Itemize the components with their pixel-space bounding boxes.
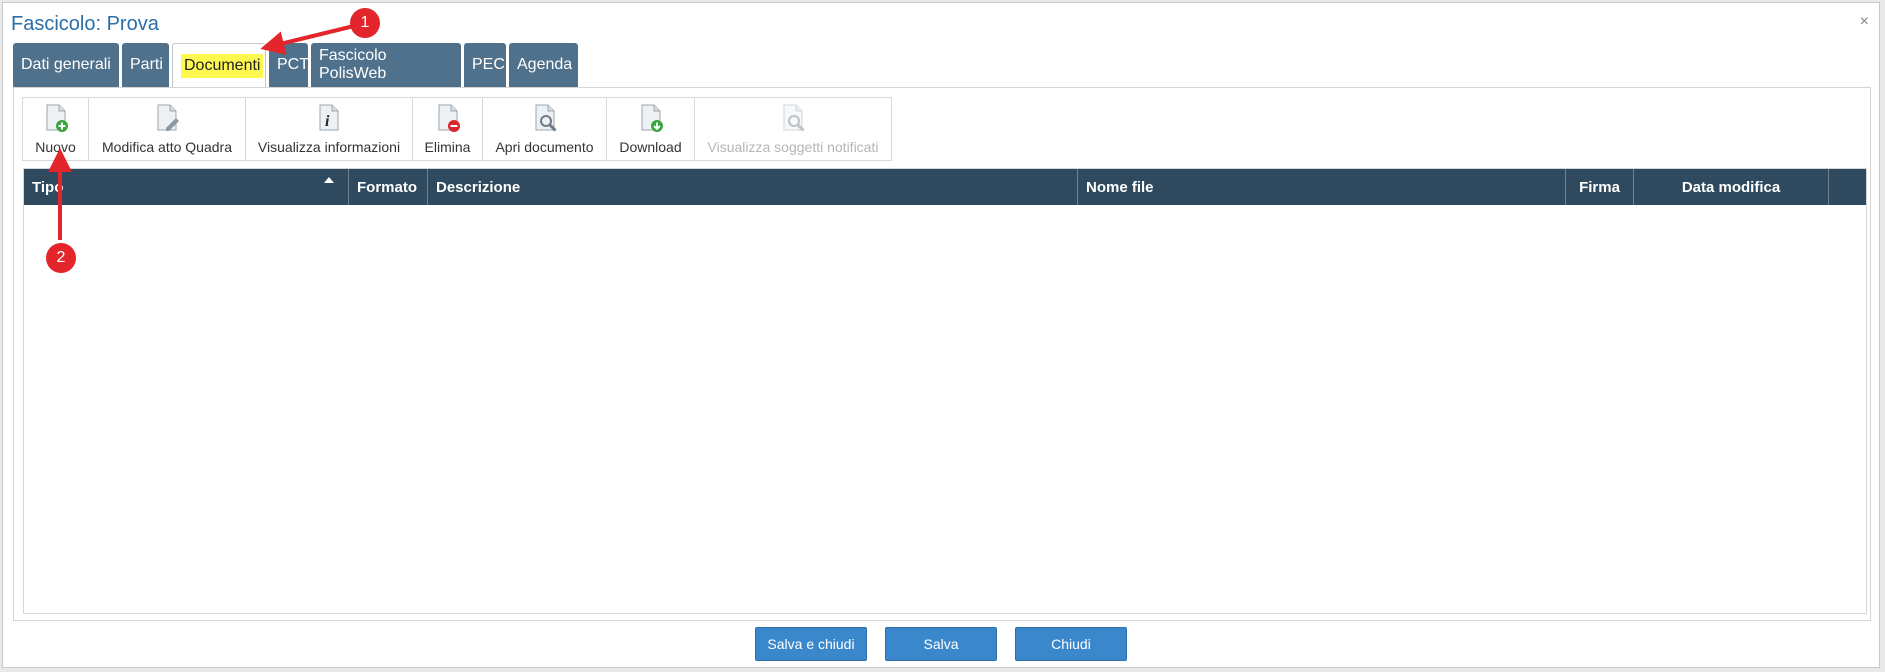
doc-search-icon: [535, 104, 557, 132]
documents-toolbar: Nuovo Modifica atto Quadra i Visualizza …: [22, 97, 892, 161]
tab-agenda[interactable]: Agenda: [509, 43, 578, 87]
tab-documenti[interactable]: Documenti: [172, 43, 266, 87]
doc-add-icon: [46, 104, 68, 132]
documenti-panel: Nuovo Modifica atto Quadra i Visualizza …: [13, 87, 1871, 621]
visualizza-soggetti-notificati-button[interactable]: Visualizza soggetti notificati: [695, 98, 891, 160]
tab-dati-generali[interactable]: Dati generali: [13, 43, 119, 87]
doc-search-icon: [783, 104, 805, 132]
dialog-footer: Salva e chiudi Salva Chiudi: [3, 627, 1879, 661]
visualizza-informazioni-button[interactable]: i Visualizza informazioni: [246, 98, 413, 160]
annotation-marker-2: 2: [46, 243, 76, 273]
fascicolo-dialog: Fascicolo: Prova × Dati generali Parti D…: [2, 2, 1880, 668]
tab-fascicolo-polisweb[interactable]: Fascicolo PolisWeb: [311, 43, 461, 87]
doc-delete-icon: [438, 104, 460, 132]
tab-pec[interactable]: PEC: [464, 43, 506, 87]
tab-bar: Dati generali Parti Documenti PCT Fascic…: [13, 43, 578, 87]
grid-header: Tipo Formato Descrizione Nome file Firma…: [24, 169, 1866, 205]
documents-grid: Tipo Formato Descrizione Nome file Firma…: [23, 168, 1867, 614]
tab-pct[interactable]: PCT: [269, 43, 309, 87]
dialog-title: Fascicolo: Prova: [11, 13, 159, 35]
column-nome-file[interactable]: Nome file: [1078, 169, 1566, 205]
salva-button[interactable]: Salva: [885, 627, 997, 661]
close-icon[interactable]: ×: [1860, 13, 1869, 31]
column-formato[interactable]: Formato: [349, 169, 428, 205]
modifica-atto-quadra-button[interactable]: Modifica atto Quadra: [89, 98, 246, 160]
apri-documento-button[interactable]: Apri documento: [483, 98, 607, 160]
download-button[interactable]: Download: [607, 98, 695, 160]
column-tipo[interactable]: Tipo: [24, 169, 349, 205]
column-extra: [1829, 169, 1866, 205]
doc-download-icon: [641, 104, 663, 132]
annotation-marker-1: 1: [350, 8, 380, 38]
chiudi-button[interactable]: Chiudi: [1015, 627, 1127, 661]
grid-body: [24, 205, 1866, 613]
salva-e-chiudi-button[interactable]: Salva e chiudi: [755, 627, 867, 661]
nuovo-button[interactable]: Nuovo: [23, 98, 89, 160]
column-descrizione[interactable]: Descrizione: [428, 169, 1078, 205]
doc-edit-icon: [157, 104, 179, 131]
elimina-button[interactable]: Elimina: [413, 98, 483, 160]
column-data-modifica[interactable]: Data modifica: [1634, 169, 1829, 205]
svg-text:i: i: [325, 113, 330, 130]
sort-asc-icon: [324, 177, 334, 183]
column-firma[interactable]: Firma: [1566, 169, 1634, 205]
doc-info-icon: i: [319, 104, 339, 131]
tab-parti[interactable]: Parti: [122, 43, 169, 87]
